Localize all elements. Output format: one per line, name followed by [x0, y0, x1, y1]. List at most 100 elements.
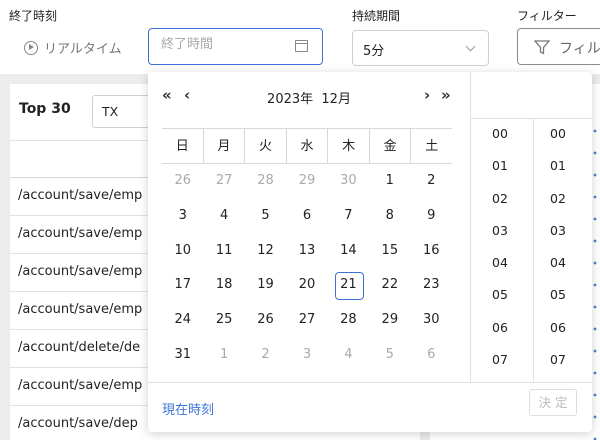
date-cell[interactable]: 2	[411, 164, 452, 199]
date-cell[interactable]: 12	[245, 234, 286, 269]
date-cell[interactable]: 10	[162, 234, 203, 269]
row-label: /account/save/emp	[18, 226, 143, 241]
date-cell[interactable]: 5	[369, 338, 410, 373]
filter-button-label: フィル	[559, 41, 600, 57]
hour-option[interactable]: 03	[470, 221, 530, 253]
month-label[interactable]: 12月	[321, 92, 351, 107]
date-cell[interactable]: 13	[286, 234, 327, 269]
weekday-header: 日 月 火 水 木 金 土	[162, 128, 452, 164]
date-cell[interactable]: 1	[369, 164, 410, 199]
date-cell[interactable]: 28	[245, 164, 286, 199]
weekday-label: 月	[204, 129, 246, 163]
date-cell[interactable]: 3	[286, 338, 327, 373]
card-title: Top 30	[19, 101, 71, 117]
date-cell[interactable]: 9	[411, 199, 452, 234]
minute-option[interactable]: 06	[528, 318, 588, 350]
date-cell[interactable]: 18	[203, 268, 244, 303]
hour-column: 00 01 02 03 04 05 06 07	[470, 124, 530, 382]
now-link[interactable]: 現在時刻	[162, 399, 214, 418]
date-cell[interactable]: 11	[203, 234, 244, 269]
date-cell[interactable]: 23	[411, 268, 452, 303]
ok-button[interactable]: 決 定	[529, 389, 577, 416]
row-label: /account/save/dep	[18, 416, 138, 431]
minute-option[interactable]: 01	[528, 156, 588, 188]
toolbar: 終了時刻 リアルタイム 持続期間 5分 フィルター フィル	[0, 0, 600, 74]
date-cell[interactable]: 31	[162, 338, 203, 373]
date-cell[interactable]: 28	[328, 303, 369, 338]
hour-option[interactable]: 06	[470, 318, 530, 350]
date-cell[interactable]: 4	[203, 199, 244, 234]
year-label[interactable]: 2023年	[267, 92, 313, 107]
row-label: /account/delete/de	[18, 340, 141, 355]
month-title: 2023年 12月	[148, 88, 470, 107]
weekday-label: 木	[328, 129, 370, 163]
minute-option[interactable]: 00	[528, 124, 588, 156]
date-cell[interactable]: 15	[369, 234, 410, 269]
filter-button[interactable]: フィル	[517, 28, 600, 65]
date-cell[interactable]: 29	[369, 303, 410, 338]
calendar-icon	[295, 40, 308, 52]
date-cell[interactable]: 14	[328, 234, 369, 269]
calendar-grid: 日 月 火 水 木 金 土 26 27 28 29 30 1 2 3 4 5 6…	[162, 128, 452, 373]
date-cell[interactable]: 7	[328, 199, 369, 234]
row-label: /account/save/emp	[18, 302, 143, 317]
funnel-icon	[534, 40, 550, 55]
realtime-toggle[interactable]: リアルタイム	[24, 38, 122, 57]
hour-option[interactable]: 04	[470, 253, 530, 285]
divider	[148, 382, 592, 383]
week-row: 3 4 5 6 7 8 9	[162, 199, 452, 234]
divider	[470, 118, 592, 119]
week-row: 17 18 19 20 21 22 23	[162, 268, 452, 303]
next-year-button[interactable]: »	[441, 88, 451, 103]
end-time-field[interactable]	[161, 37, 281, 52]
date-cell[interactable]: 26	[162, 164, 203, 199]
realtime-label: リアルタイム	[44, 42, 122, 57]
row-label: /account/save/emp	[18, 378, 143, 393]
today-date-cell[interactable]: 21	[328, 268, 369, 303]
date-cell[interactable]: 3	[162, 199, 203, 234]
duration-label: 持続期間	[352, 9, 401, 23]
row-label: /account/save/emp	[18, 264, 143, 279]
date-cell[interactable]: 8	[369, 199, 410, 234]
hour-option[interactable]: 07	[470, 350, 530, 382]
date-cell[interactable]: 20	[286, 268, 327, 303]
minute-option[interactable]: 04	[528, 253, 588, 285]
date-cell[interactable]: 27	[203, 164, 244, 199]
date-cell[interactable]: 22	[369, 268, 410, 303]
hour-option[interactable]: 02	[470, 189, 530, 221]
date-cell[interactable]: 6	[286, 199, 327, 234]
duration-select[interactable]: 5分	[352, 30, 489, 66]
minute-option[interactable]: 03	[528, 221, 588, 253]
tx-search-value: TX	[102, 104, 119, 119]
date-cell[interactable]: 5	[245, 199, 286, 234]
minute-option[interactable]: 02	[528, 189, 588, 221]
minute-option[interactable]: 05	[528, 285, 588, 317]
weekday-label: 金	[370, 129, 412, 163]
date-cell[interactable]: 2	[245, 338, 286, 373]
date-cell[interactable]: 16	[411, 234, 452, 269]
week-row: 10 11 12 13 14 15 16	[162, 234, 452, 269]
date-cell[interactable]: 30	[328, 164, 369, 199]
date-cell[interactable]: 17	[162, 268, 203, 303]
hour-option[interactable]: 05	[470, 285, 530, 317]
date-cell[interactable]: 25	[203, 303, 244, 338]
date-cell[interactable]: 26	[245, 303, 286, 338]
minute-option[interactable]: 07	[528, 350, 588, 382]
date-cell[interactable]: 4	[328, 338, 369, 373]
hour-option[interactable]: 01	[470, 156, 530, 188]
date-time-picker: « ‹ 2023年 12月 › » 日 月 火 水 木 金 土 26 27 28…	[148, 72, 592, 432]
hour-option[interactable]: 00	[470, 124, 530, 156]
week-row: 26 27 28 29 30 1 2	[162, 164, 452, 199]
play-circle-icon	[24, 40, 38, 55]
date-cell[interactable]: 6	[411, 338, 452, 373]
filter-label: フィルター	[517, 9, 577, 23]
date-cell[interactable]: 29	[286, 164, 327, 199]
date-cell[interactable]: 19	[245, 268, 286, 303]
duration-value: 5分	[363, 44, 385, 59]
next-month-button[interactable]: ›	[424, 88, 430, 103]
date-cell[interactable]: 24	[162, 303, 203, 338]
date-cell[interactable]: 1	[203, 338, 244, 373]
date-cell[interactable]: 27	[286, 303, 327, 338]
end-time-input[interactable]	[148, 28, 323, 65]
date-cell[interactable]: 30	[411, 303, 452, 338]
